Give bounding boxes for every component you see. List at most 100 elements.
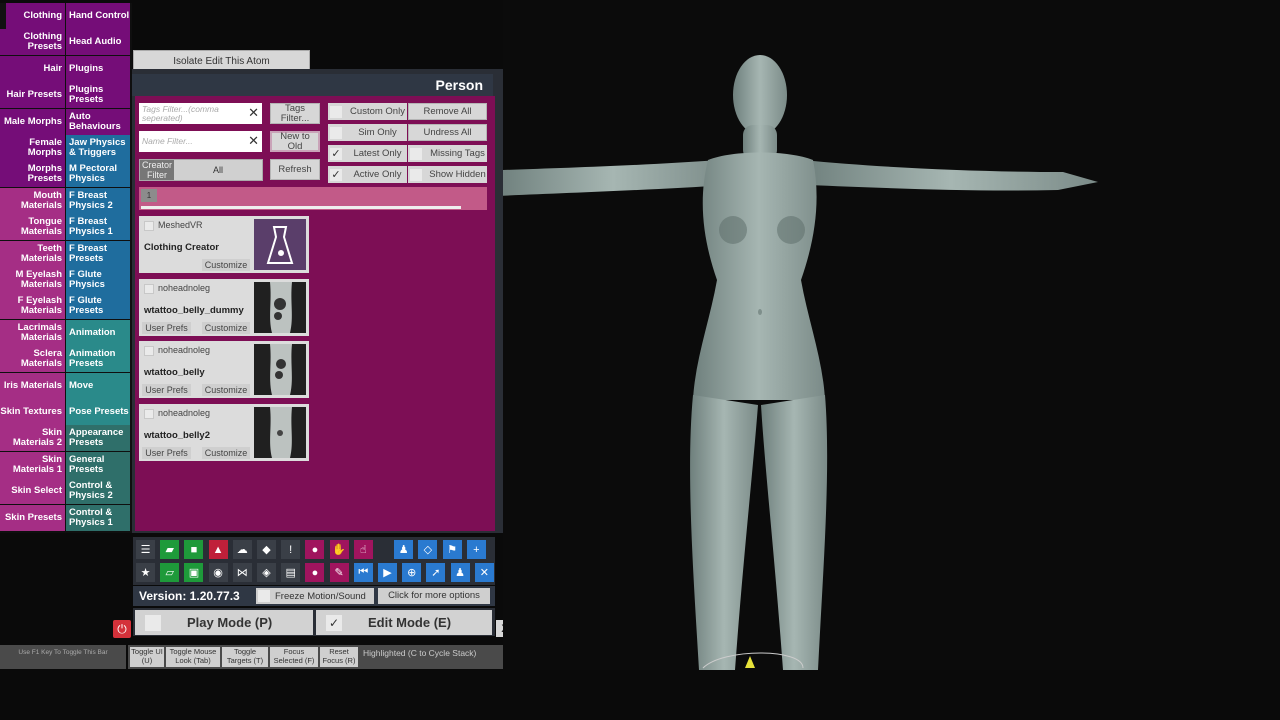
tab-m-pectoral-physics[interactable]: M Pectoral Physics bbox=[66, 161, 130, 188]
tab-skin-select[interactable]: Skin Select bbox=[0, 478, 65, 505]
tab-m-eyelash-materials[interactable]: M Eyelash Materials bbox=[0, 267, 65, 293]
active-only-toggle[interactable]: ✓ Active Only bbox=[328, 166, 407, 183]
tab-tongue-materials[interactable]: Tongue Materials bbox=[0, 214, 65, 241]
clothing-item[interactable]: MeshedVR Clothing Creator Customize bbox=[139, 216, 309, 273]
star-icon[interactable]: ★ bbox=[136, 563, 155, 582]
tags-filter-input[interactable]: Tags Filter...(comma seperated) ✕ bbox=[139, 103, 262, 124]
tab-hair[interactable]: Hair bbox=[0, 55, 65, 82]
flag-icon[interactable]: ⚑ bbox=[442, 540, 462, 559]
toggle-ui-button[interactable]: Toggle UI (U) bbox=[130, 647, 164, 667]
person-edit-icon[interactable]: ● bbox=[305, 563, 325, 582]
tab-iris-materials[interactable]: Iris Materials bbox=[0, 372, 65, 399]
tab-f-glute-physics[interactable]: F Glute Physics bbox=[66, 267, 130, 293]
checkbox[interactable]: ✓ bbox=[330, 168, 342, 181]
tab-control-physics-1[interactable]: Control & Physics 1 bbox=[66, 504, 130, 531]
customize-button[interactable]: Customize bbox=[202, 446, 250, 459]
reset-focus-button[interactable]: Reset Focus (R) bbox=[320, 647, 358, 667]
clothing-item[interactable]: noheadnoleg wtattoo_belly2 User Prefs Custo… bbox=[139, 403, 309, 461]
open-folder-icon[interactable]: ■ bbox=[184, 540, 204, 559]
clothing-item[interactable]: noheadnoleg wtattoo_belly_dummy User Prefs… bbox=[139, 278, 309, 336]
item-active-checkbox[interactable] bbox=[144, 283, 154, 294]
tab-lacrimals-materials[interactable]: Lacrimals Materials bbox=[0, 319, 65, 346]
plus-icon[interactable]: + bbox=[466, 540, 486, 559]
camera-icon[interactable]: ◉ bbox=[208, 563, 228, 582]
share-icon[interactable]: ⋈ bbox=[232, 563, 252, 582]
item-active-checkbox[interactable] bbox=[144, 221, 154, 231]
package-icon[interactable]: ◆ bbox=[257, 540, 276, 559]
tab-teeth-materials[interactable]: Teeth Materials bbox=[0, 240, 65, 267]
tab-skin-presets[interactable]: Skin Presets bbox=[0, 504, 65, 531]
tab-skin-materials-2[interactable]: Skin Materials 2 bbox=[0, 425, 65, 452]
tab-plugins-presets[interactable]: Plugins Presets bbox=[66, 82, 130, 109]
tab-skin-textures[interactable]: Skin Textures bbox=[0, 399, 65, 425]
tab-auto-behaviours[interactable]: Auto Behaviours bbox=[66, 108, 130, 135]
user-prefs-button[interactable]: User Prefs bbox=[142, 446, 191, 459]
sort-order-button[interactable]: New to Old bbox=[270, 131, 320, 152]
tab-skin-materials-1[interactable]: Skin Materials 1 bbox=[0, 451, 65, 478]
name-filter-input[interactable]: Name Filter... ✕ bbox=[139, 131, 262, 152]
tab-clothing[interactable]: Clothing bbox=[0, 3, 65, 29]
item-active-checkbox[interactable] bbox=[144, 408, 154, 419]
customize-button[interactable]: Customize bbox=[202, 321, 250, 334]
checkbox[interactable] bbox=[410, 168, 422, 181]
wrench-icon[interactable]: ✎ bbox=[329, 563, 349, 582]
load-look-icon[interactable]: ▲ bbox=[208, 540, 228, 559]
item-active-checkbox[interactable] bbox=[144, 346, 154, 356]
creator-filter[interactable]: Creator Filter All bbox=[139, 159, 263, 181]
person-select-icon[interactable]: ● bbox=[305, 540, 325, 559]
clear-name-icon[interactable]: ✕ bbox=[248, 134, 259, 148]
pointer-hand-icon[interactable]: ☝ bbox=[353, 540, 373, 559]
person-icon[interactable]: ♟ bbox=[394, 540, 414, 559]
page-scrollbar[interactable] bbox=[141, 206, 461, 209]
tab-clothing-presets[interactable]: Clothing Presets bbox=[0, 29, 65, 56]
page-number[interactable]: 1 bbox=[141, 189, 157, 202]
refresh-button[interactable]: Refresh bbox=[270, 159, 320, 180]
hand-icon[interactable]: ✋ bbox=[329, 540, 349, 559]
document-icon[interactable]: ▤ bbox=[281, 563, 301, 582]
alert-icon[interactable]: ! bbox=[281, 540, 301, 559]
tab-f-breast-physics-2[interactable]: F Breast Physics 2 bbox=[66, 187, 130, 214]
toggle-targets-button[interactable]: Toggle Targets (T) bbox=[222, 647, 268, 667]
cloud-icon[interactable]: ☁ bbox=[232, 540, 252, 559]
toggle-mouse-look-button[interactable]: Toggle Mouse Look (Tab) bbox=[166, 647, 220, 667]
clear-tags-icon[interactable]: ✕ bbox=[248, 106, 259, 120]
more-options-button[interactable]: Click for more options bbox=[378, 588, 490, 604]
rewind-icon[interactable]: ⏮ bbox=[353, 563, 373, 582]
freeze-motion-toggle[interactable]: Freeze Motion/Sound bbox=[256, 588, 374, 604]
target-icon[interactable]: ⊕ bbox=[402, 563, 422, 582]
remove-all-button[interactable]: Remove All bbox=[408, 103, 487, 120]
sim-only-toggle[interactable]: Sim Only bbox=[328, 124, 407, 141]
save-as-icon[interactable]: ▱ bbox=[160, 563, 180, 582]
menu-icon[interactable]: ☰ bbox=[136, 540, 155, 559]
tab-appearance-presets[interactable]: Appearance Presets bbox=[66, 425, 130, 452]
scene-viewport[interactable] bbox=[503, 0, 1280, 670]
checkbox[interactable]: ✓ bbox=[330, 147, 342, 160]
tab-head-audio[interactable]: Head Audio bbox=[66, 29, 130, 56]
tab-general-presets[interactable]: General Presets bbox=[66, 451, 130, 478]
tab-hair-presets[interactable]: Hair Presets bbox=[0, 82, 65, 109]
tab-f-eyelash-materials[interactable]: F Eyelash Materials bbox=[0, 293, 65, 320]
checkbox[interactable] bbox=[330, 105, 342, 118]
freeze-checkbox[interactable] bbox=[258, 590, 270, 602]
tab-f-breast-presets[interactable]: F Breast Presets bbox=[66, 240, 130, 267]
tab-jaw-physics-triggers[interactable]: Jaw Physics & Triggers bbox=[66, 135, 130, 161]
tab-move[interactable]: Move bbox=[66, 372, 130, 399]
custom-only-toggle[interactable]: Custom Only bbox=[328, 103, 407, 120]
checkbox[interactable] bbox=[330, 126, 342, 139]
latest-only-toggle[interactable]: ✓ Latest Only bbox=[328, 145, 407, 162]
tab-mouth-materials[interactable]: Mouth Materials bbox=[0, 187, 65, 214]
show-hidden-toggle[interactable]: Show Hidden bbox=[408, 166, 487, 183]
creator-filter-value[interactable]: All bbox=[174, 160, 262, 180]
tab-plugins[interactable]: Plugins bbox=[66, 55, 130, 82]
tab-f-glute-presets[interactable]: F Glute Presets bbox=[66, 293, 130, 320]
tab-female-morphs[interactable]: Female Morphs bbox=[0, 135, 65, 161]
customize-button[interactable]: Customize bbox=[202, 384, 250, 396]
focus-selected-button[interactable]: Focus Selected (F) bbox=[270, 647, 318, 667]
checkbox[interactable] bbox=[410, 147, 422, 160]
tab-hand-control[interactable]: Hand Control bbox=[66, 3, 130, 29]
tab-sclera-materials[interactable]: Sclera Materials bbox=[0, 346, 65, 373]
cube-icon[interactable]: ◈ bbox=[257, 563, 276, 582]
user-prefs-button[interactable]: User Prefs bbox=[142, 321, 191, 334]
tab-animation-presets[interactable]: Animation Presets bbox=[66, 346, 130, 373]
play-mode-checkbox[interactable] bbox=[145, 614, 161, 631]
